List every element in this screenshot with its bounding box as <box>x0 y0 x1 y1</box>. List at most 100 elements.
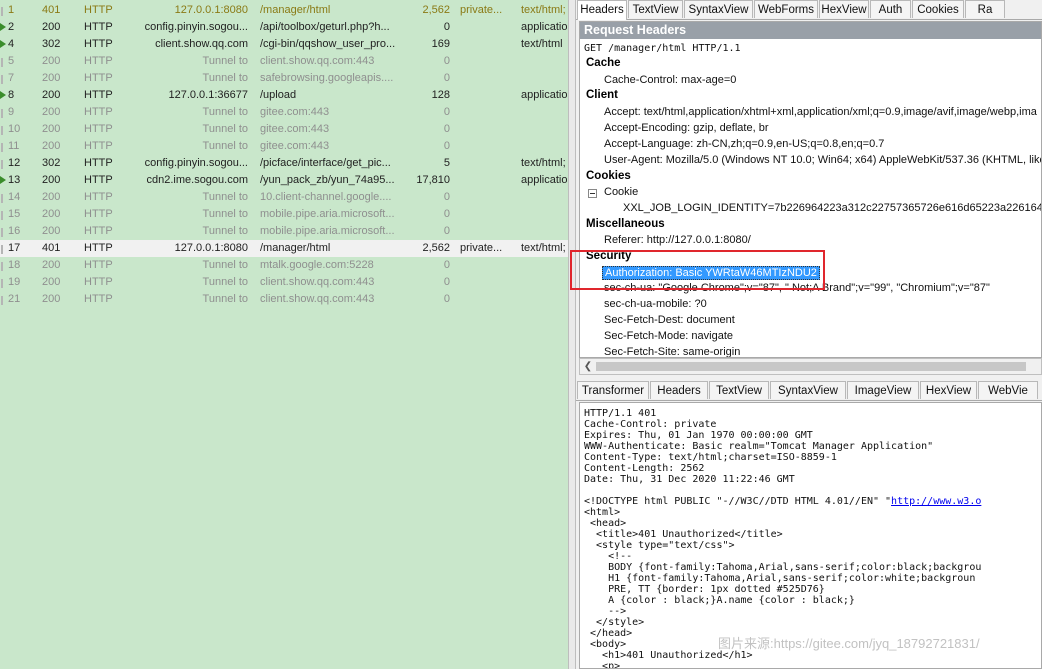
cookie-value[interactable]: XXL_JOB_LOGIN_IDENTITY=7b226964223a312c2… <box>623 202 1041 214</box>
tab-request_tabs-0[interactable]: Headers <box>577 0 627 20</box>
session-host: 127.0.0.1:36677 <box>168 89 248 101</box>
tab-response_tabs-5[interactable]: HexView <box>920 381 977 399</box>
request-headers-title: Request Headers <box>580 22 1041 39</box>
session-row[interactable]: 16 200 HTTP Tunnel to mobile.pipe.aria.micro… <box>0 223 568 240</box>
doctype-link[interactable]: http://www.w3.o <box>891 496 981 507</box>
session-row[interactable]: 1 401 HTTP 127.0.0.1:8080/manager/html 2,562… <box>0 2 568 19</box>
response-body-line: </style> <box>584 617 645 628</box>
sec-fetch-dest-header[interactable]: Sec-Fetch-Dest: document <box>604 314 735 326</box>
session-protocol: HTTP <box>84 72 113 84</box>
tab-request_tabs-2[interactable]: SyntaxView <box>684 0 753 18</box>
collapse-toggle-icon[interactable] <box>588 189 597 198</box>
client-section-label[interactable]: Client <box>586 89 618 101</box>
sessions-list[interactable]: 1 401 HTTP 127.0.0.1:8080/manager/html 2,562… <box>0 0 568 669</box>
scroll-thumb[interactable] <box>596 362 1026 371</box>
session-body: 0 <box>443 259 450 271</box>
session-row[interactable]: 14 200 HTTP Tunnel to 10.client-channel.goog… <box>0 189 568 206</box>
arrow-icon <box>0 172 7 190</box>
session-row[interactable]: 12 302 HTTP config.pinyin.sogou... /picface/… <box>0 155 568 172</box>
session-host: cdn2.ime.sogou.com <box>146 174 249 186</box>
cache-control-header[interactable]: Cache-Control: max-age=0 <box>604 74 736 86</box>
session-row[interactable]: 15 200 HTTP Tunnel to mobile.pipe.aria.micro… <box>0 206 568 223</box>
request-tabs: Headers TextView SyntaxView WebForms HexView… <box>576 0 1042 20</box>
tab-response_tabs-6[interactable]: WebVie <box>978 381 1038 399</box>
cache-section-label[interactable]: Cache <box>586 57 621 69</box>
session-row[interactable]: 21 200 HTTP Tunnel to client.show.qq.com:443… <box>0 291 568 308</box>
session-protocol: HTTP <box>84 55 113 67</box>
tab-response_tabs-4[interactable]: ImageView <box>847 381 919 399</box>
misc-section-label[interactable]: Miscellaneous <box>586 218 665 230</box>
user-agent-header[interactable]: User-Agent: Mozilla/5.0 (Windows NT 10.0… <box>604 154 1041 166</box>
session-row[interactable]: 8 200 HTTP 127.0.0.1:36677/upload 128 applica… <box>0 87 568 104</box>
response-header-line: Content-Length: 2562 <box>584 463 705 474</box>
session-protocol: HTTP <box>84 157 113 169</box>
sec-ch-ua-mobile-header[interactable]: sec-ch-ua-mobile: ?0 <box>604 298 707 310</box>
session-row[interactable]: 4 302 HTTP client.show.qq.com/cgi-bin/qqsho… <box>0 36 568 53</box>
tab-response_tabs-3[interactable]: SyntaxView <box>770 381 846 399</box>
response-body-line: A {color : black;}A.name {color : black;… <box>584 595 855 606</box>
tab-response_tabs-2[interactable]: TextView <box>709 381 769 399</box>
accept-header[interactable]: Accept: text/html,application/xhtml+xml,… <box>604 106 1037 118</box>
session-row[interactable]: 17 401 HTTP 127.0.0.1:8080/manager/html 2,56… <box>0 240 568 257</box>
session-host: config.pinyin.sogou... <box>144 21 248 33</box>
response-header-line: Content-Type: text/html;charset=ISO-8859… <box>584 452 837 463</box>
session-ctype: application <box>521 89 568 101</box>
response-body-line: <style type="text/css"> <box>584 540 735 551</box>
session-url: /cgi-bin/qqshow_user_pro... <box>260 38 396 50</box>
sec-fetch-site-header[interactable]: Sec-Fetch-Site: same-origin <box>604 346 740 357</box>
session-num: 19 <box>8 276 21 288</box>
response-textview-panel[interactable]: HTTP/1.1 401 Cache-Control: private Expire… <box>579 402 1042 669</box>
session-num: 13 <box>8 174 21 186</box>
sec-fetch-mode-header[interactable]: Sec-Fetch-Mode: navigate <box>604 330 733 342</box>
session-result: 200 <box>42 208 61 220</box>
referer-header[interactable]: Referer: http://127.0.0.1:8080/ <box>604 234 751 246</box>
session-body: 17,810 <box>416 174 450 186</box>
session-url: client.show.qq.com:443 <box>260 55 375 67</box>
response-text[interactable]: HTTP/1.1 401 Cache-Control: private Expire… <box>580 403 1041 668</box>
cookie-label[interactable]: Cookie <box>604 186 638 198</box>
session-host: Tunnel to <box>202 72 248 84</box>
session-row[interactable]: 5 200 HTTP Tunnel to client.show.qq.com:443 0 <box>0 53 568 70</box>
cookies-section-label[interactable]: Cookies <box>586 170 631 182</box>
session-result: 200 <box>42 276 61 288</box>
session-host: config.pinyin.sogou... <box>144 157 248 169</box>
session-row[interactable]: 13 200 HTTP cdn2.ime.sogou.com/yun_pack_zb/… <box>0 172 568 189</box>
session-row[interactable]: 7 200 HTTP Tunnel to safebrowsing.googleapis… <box>0 70 568 87</box>
tab-request_tabs-7[interactable]: Ra <box>965 0 1005 18</box>
session-host: Tunnel to <box>202 140 248 152</box>
tab-request_tabs-3[interactable]: WebForms <box>754 0 818 18</box>
arrow-icon <box>0 36 7 54</box>
tab-request_tabs-4[interactable]: HexView <box>819 0 869 18</box>
session-url: client.show.qq.com:443 <box>260 293 375 305</box>
horizontal-scrollbar[interactable]: ❮ <box>579 358 1042 375</box>
session-host: 127.0.0.1:8080 <box>174 4 248 16</box>
pane-splitter[interactable] <box>568 0 576 669</box>
session-result: 200 <box>42 72 61 84</box>
arrow-icon <box>0 87 7 105</box>
tab-request_tabs-6[interactable]: Cookies <box>912 0 964 18</box>
response-header-line: Expires: Thu, 01 Jan 1970 00:00:00 GMT <box>584 430 813 441</box>
scroll-left-icon[interactable]: ❮ <box>582 361 594 372</box>
session-num: 9 <box>8 106 15 118</box>
response-header-line: HTTP/1.1 401 <box>584 408 657 419</box>
session-row[interactable]: 19 200 HTTP Tunnel to client.show.qq.com:443… <box>0 274 568 291</box>
tab-request_tabs-1[interactable]: TextView <box>628 0 683 18</box>
response-body-line: <html> <box>584 507 621 518</box>
session-row[interactable]: 2 200 HTTP config.pinyin.sogou... /api/toolb… <box>0 19 568 36</box>
session-result: 200 <box>42 191 61 203</box>
session-url: /yun_pack_zb/yun_74a95... <box>260 174 395 186</box>
session-row[interactable]: 11 200 HTTP Tunnel to gitee.com:443 0 <box>0 138 568 155</box>
tab-request_tabs-5[interactable]: Auth <box>870 0 911 18</box>
session-row[interactable]: 10 200 HTTP Tunnel to gitee.com:443 0 <box>0 121 568 138</box>
accept-encoding-header[interactable]: Accept-Encoding: gzip, deflate, br <box>604 122 768 134</box>
session-url: safebrowsing.googleapis.... <box>260 72 394 84</box>
session-ctype: text/html; <box>521 157 566 169</box>
session-row[interactable]: 9 200 HTTP Tunnel to gitee.com:443 0 <box>0 104 568 121</box>
tab-response_tabs-1[interactable]: Headers <box>650 381 708 399</box>
session-row[interactable]: 18 200 HTTP Tunnel to mtalk.google.com:5228 0 <box>0 257 568 274</box>
accept-language-header[interactable]: Accept-Language: zh-CN,zh;q=0.9,en-US;q=… <box>604 138 884 150</box>
tab-response_tabs-0[interactable]: Transformer <box>577 381 649 399</box>
session-body: 169 <box>431 38 450 50</box>
session-num: 14 <box>8 191 21 203</box>
session-ctype: text/html; <box>521 4 566 16</box>
